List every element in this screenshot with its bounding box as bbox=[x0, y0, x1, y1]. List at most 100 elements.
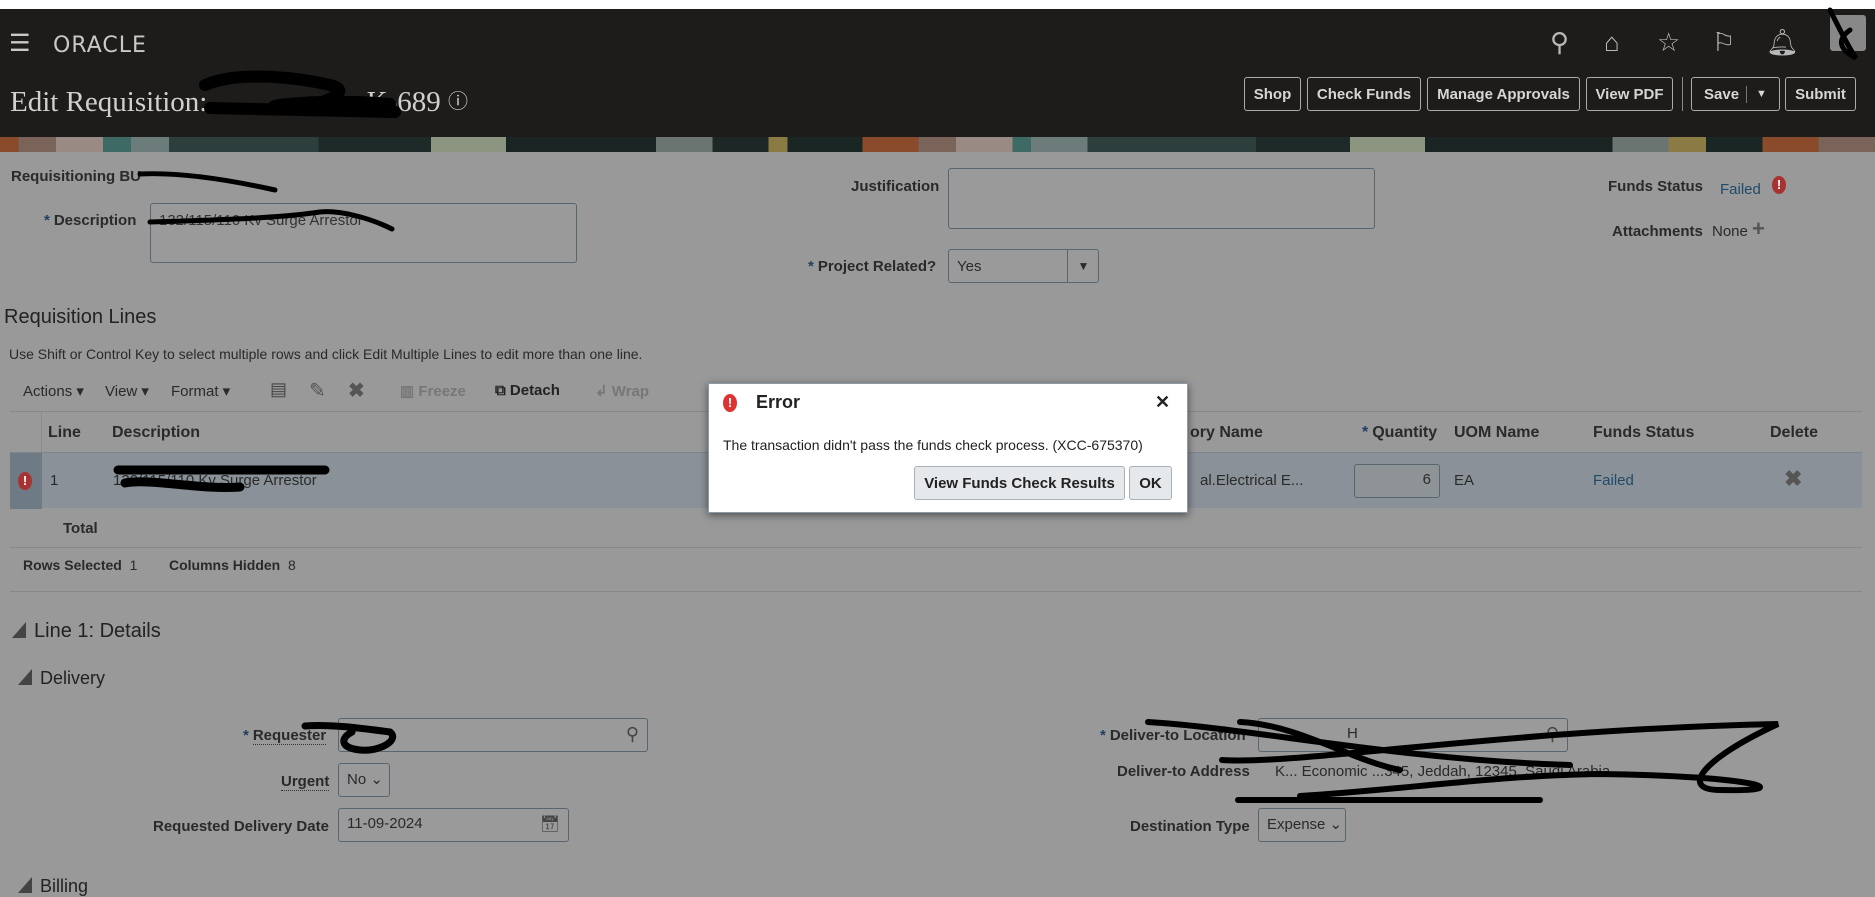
funds-status-value[interactable]: Failed bbox=[1720, 181, 1761, 198]
shop-button[interactable]: Shop bbox=[1244, 77, 1301, 111]
save-button[interactable]: Save ▼ bbox=[1691, 77, 1780, 111]
description-label: * Description bbox=[44, 212, 137, 229]
col-header-funds-status[interactable]: Funds Status bbox=[1593, 424, 1694, 442]
delete-x-icon[interactable]: ✖ bbox=[348, 378, 365, 403]
wrap-button[interactable]: ↲ Wrap bbox=[595, 382, 649, 400]
row-description: 132/115/110 Kv Surge Arrestor bbox=[113, 472, 317, 489]
hamburger-menu-icon[interactable]: ☰ bbox=[9, 29, 31, 58]
col-header-category[interactable]: ory Name bbox=[1190, 424, 1263, 442]
row-funds-status[interactable]: Failed bbox=[1593, 472, 1634, 489]
freeze-icon: ▥ bbox=[400, 383, 415, 400]
chevron-down-icon: ⌄ bbox=[1329, 816, 1343, 833]
watchlist-flag-icon[interactable]: ⚐ bbox=[1712, 27, 1735, 58]
manage-approvals-button[interactable]: Manage Approvals bbox=[1427, 77, 1580, 111]
justification-label: Justification bbox=[851, 178, 940, 195]
search-icon: ⚲ bbox=[1545, 724, 1559, 744]
save-label: Save bbox=[1692, 85, 1747, 103]
destination-type-label: Destination Type bbox=[1130, 818, 1250, 835]
deliver-to-address-label: Deliver-to Address bbox=[1117, 763, 1250, 780]
funds-status-label: Funds Status bbox=[1608, 178, 1704, 195]
search-icon: ⚲ bbox=[625, 724, 639, 744]
deliver-to-location-input[interactable]: H ⚲ bbox=[1258, 718, 1568, 752]
requester-label: * Requester bbox=[243, 727, 327, 745]
collapse-triangle-icon bbox=[12, 622, 26, 638]
deliver-to-location-label: * Deliver-to Location bbox=[1100, 727, 1246, 744]
title-prefix: Edit Requisition: bbox=[10, 86, 208, 118]
col-header-line[interactable]: Line bbox=[48, 424, 81, 442]
dialog-title: Error bbox=[756, 392, 801, 412]
page-title: Edit Requisition: K-689 ⓘ bbox=[10, 85, 468, 119]
dialog-message: The transaction didn't pass the funds ch… bbox=[723, 437, 1143, 453]
row-delete-icon[interactable]: ✖ bbox=[1784, 466, 1802, 492]
view-funds-check-results-button[interactable]: View Funds Check Results bbox=[914, 466, 1125, 500]
view-pdf-button[interactable]: View PDF bbox=[1586, 77, 1673, 111]
check-funds-button[interactable]: Check Funds bbox=[1307, 77, 1421, 111]
oracle-logo[interactable]: ORACLE bbox=[53, 33, 147, 58]
toolbar-separator bbox=[1682, 77, 1683, 111]
row-category: al.Electrical E... bbox=[1200, 472, 1304, 489]
add-attachment-plus-icon[interactable]: + bbox=[1752, 216, 1765, 242]
columns-hidden: Columns Hidden 8 bbox=[169, 557, 296, 573]
freeze-button[interactable]: ▥ Freeze bbox=[400, 382, 466, 400]
col-header-description[interactable]: Description bbox=[112, 424, 200, 442]
urgent-label: Urgent bbox=[281, 773, 330, 791]
collapse-triangle-icon bbox=[18, 669, 32, 685]
line-details-header[interactable]: Line 1: Details bbox=[12, 620, 161, 643]
help-icon[interactable]: ⓘ bbox=[448, 89, 468, 113]
format-menu[interactable]: Format ▾ bbox=[171, 382, 230, 400]
view-menu[interactable]: View ▾ bbox=[105, 382, 149, 400]
chevron-down-icon: ⌄ bbox=[370, 771, 383, 788]
lines-hint-text: Use Shift or Control Key to select multi… bbox=[9, 346, 643, 362]
wrap-icon: ↲ bbox=[595, 383, 608, 400]
row-quantity-input[interactable]: 6 bbox=[1354, 464, 1440, 498]
dialog-error-icon: ! bbox=[723, 394, 737, 412]
detach-button[interactable]: ⧉ Detach bbox=[495, 382, 560, 399]
save-menu-chevron-icon[interactable]: ▼ bbox=[1747, 88, 1767, 100]
requester-input[interactable]: ⚲ bbox=[338, 718, 648, 752]
deliver-to-address-value: K... Economic ...345, Jeddah, 12345, Sau… bbox=[1275, 763, 1611, 780]
divider bbox=[10, 591, 1862, 592]
col-header-quantity[interactable]: * Quantity bbox=[1362, 424, 1437, 442]
dropdown-arrow-icon: ▼ bbox=[1067, 250, 1099, 282]
ok-button[interactable]: OK bbox=[1129, 466, 1172, 500]
actions-menu[interactable]: Actions ▾ bbox=[23, 382, 84, 400]
edit-pencil-icon[interactable]: ✎ bbox=[309, 378, 326, 403]
error-icon: ! bbox=[1772, 176, 1786, 194]
detach-icon: ⧉ bbox=[495, 382, 506, 399]
requested-delivery-date-input[interactable]: 11-09-2024 📅︎ bbox=[338, 808, 569, 842]
calendar-icon: 📅︎ bbox=[539, 816, 560, 833]
delivery-header[interactable]: Delivery bbox=[18, 668, 105, 689]
project-related-select[interactable]: Yes ▼ bbox=[948, 249, 1099, 283]
title-suffix: K-689 bbox=[366, 86, 441, 118]
requested-delivery-date-label: Requested Delivery Date bbox=[153, 818, 329, 835]
attachments-label: Attachments bbox=[1612, 223, 1703, 240]
justification-textarea[interactable] bbox=[948, 168, 1375, 229]
notifications-bell-icon[interactable]: 🔔︎ bbox=[1766, 27, 1799, 58]
global-header: ☰ ORACLE ⚲ ⌂ ☆ ⚐ 🔔︎ Edit Requisition: K-… bbox=[0, 9, 1875, 137]
decorative-banner bbox=[0, 137, 1875, 152]
requisition-lines-heading: Requisition Lines bbox=[4, 306, 157, 328]
row-error-icon: ! bbox=[18, 472, 32, 490]
requisitioning-bu-label: Requisitioning BU bbox=[11, 168, 141, 185]
destination-type-select[interactable]: Expense ⌄ bbox=[1258, 808, 1346, 842]
home-icon[interactable]: ⌂ bbox=[1604, 27, 1620, 58]
favorites-star-icon[interactable]: ☆ bbox=[1657, 27, 1680, 58]
edit-multiple-lines-icon[interactable]: ▤ bbox=[270, 379, 287, 400]
description-textarea[interactable]: 132/115/110 Kv Surge Arrestor bbox=[150, 203, 577, 263]
row-uom: EA bbox=[1454, 472, 1475, 489]
submit-button[interactable]: Submit bbox=[1785, 77, 1856, 111]
error-dialog: ! Error ✕ The transaction didn't pass th… bbox=[708, 383, 1188, 513]
row-line: 1 bbox=[50, 472, 59, 489]
user-avatar[interactable] bbox=[1830, 15, 1866, 51]
close-icon[interactable]: ✕ bbox=[1155, 392, 1170, 413]
collapse-triangle-icon bbox=[18, 877, 32, 893]
urgent-select[interactable]: No ⌄ bbox=[338, 763, 390, 797]
search-icon[interactable]: ⚲ bbox=[1550, 27, 1569, 58]
top-strip bbox=[0, 0, 1875, 9]
total-label: Total bbox=[63, 520, 98, 537]
project-related-label: * Project Related? bbox=[808, 258, 937, 275]
col-header-uom[interactable]: UOM Name bbox=[1454, 424, 1539, 442]
attachments-value: None bbox=[1712, 223, 1748, 240]
col-header-delete[interactable]: Delete bbox=[1770, 424, 1818, 442]
rows-selected: Rows Selected 1 bbox=[23, 557, 138, 573]
